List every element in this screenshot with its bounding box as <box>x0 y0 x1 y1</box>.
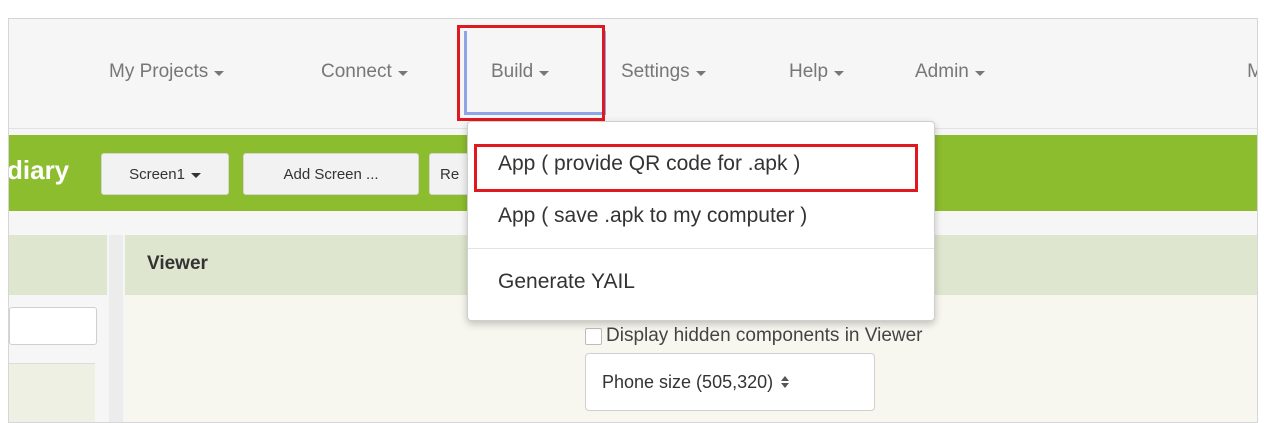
app-window: My Projects Connect Build Settings Help … <box>8 18 1258 423</box>
nav-settings-label: Settings <box>621 61 690 82</box>
nav-my-projects[interactable]: My Projects <box>109 61 225 83</box>
phone-size-select[interactable]: Phone size (505,320) <box>585 353 875 411</box>
nav-connect[interactable]: Connect <box>321 61 408 83</box>
phone-size-value: Phone size (505,320) <box>602 371 774 392</box>
palette-section <box>9 363 95 422</box>
hidden-components-label: Display hidden components in Viewer <box>606 325 923 346</box>
build-highlight-box <box>457 25 605 121</box>
hidden-components-toggle[interactable]: Display hidden components in Viewer <box>585 325 923 347</box>
menu-separator <box>468 248 934 249</box>
nav-admin-label: Admin <box>915 61 969 82</box>
screen-select-button[interactable]: Screen1 <box>101 153 229 195</box>
add-screen-label: Add Screen ... <box>283 165 379 183</box>
menu-item-app-save-apk[interactable]: App ( save .apk to my computer ) <box>498 204 807 228</box>
nav-settings[interactable]: Settings <box>621 61 706 83</box>
build-dropdown-menu: App ( provide QR code for .apk ) App ( s… <box>467 121 935 321</box>
project-title: diary <box>8 155 70 185</box>
add-screen-button[interactable]: Add Screen ... <box>243 153 419 195</box>
viewer-title: Viewer <box>147 253 208 274</box>
caret-down-icon <box>214 70 225 76</box>
palette-header <box>9 235 107 295</box>
caret-down-icon <box>397 70 408 76</box>
nav-help[interactable]: Help <box>789 61 845 83</box>
palette-panel <box>9 235 107 422</box>
select-arrows-icon <box>781 376 790 388</box>
caret-down-icon <box>190 172 201 178</box>
caret-down-icon <box>834 70 845 76</box>
palette-search-input[interactable] <box>9 307 97 345</box>
menu-highlight-box <box>474 144 918 192</box>
menu-item-generate-yail[interactable]: Generate YAIL <box>498 270 635 294</box>
top-navigation: My Projects Connect Build Settings Help … <box>9 19 1257 129</box>
nav-cut-item[interactable]: M <box>1247 61 1257 83</box>
remove-screen-label: Re <box>440 165 460 183</box>
nav-my-projects-label: My Projects <box>109 61 209 82</box>
nav-help-label: Help <box>789 61 829 82</box>
panel-divider <box>109 235 123 422</box>
screen-select-label: Screen1 <box>129 165 185 183</box>
nav-admin[interactable]: Admin <box>915 61 985 83</box>
caret-down-icon <box>974 70 985 76</box>
hidden-components-checkbox[interactable] <box>585 327 602 345</box>
nav-connect-label: Connect <box>321 61 392 82</box>
caret-down-icon <box>695 70 706 76</box>
